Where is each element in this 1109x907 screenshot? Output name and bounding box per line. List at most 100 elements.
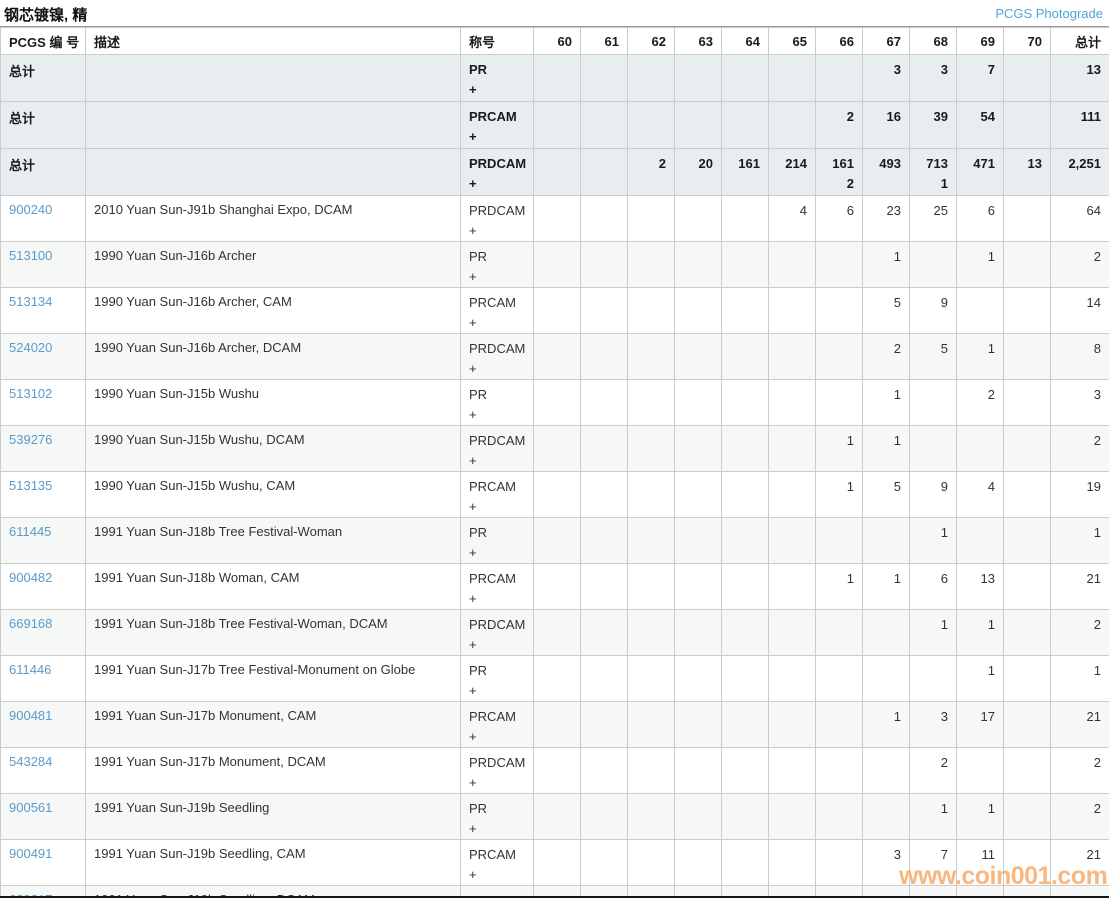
grade-60-cell: [534, 472, 581, 518]
grade-61-cell: [581, 518, 628, 564]
grade-70-cell: [1004, 426, 1051, 472]
table-row: 5432841991 Yuan Sun-J17b Monument, DCAMP…: [1, 748, 1109, 794]
grade-62-cell: [628, 334, 675, 380]
grade-67-cell: 1: [863, 702, 910, 748]
pcgs-id-link[interactable]: 539276: [9, 432, 52, 447]
pcgs-id-cell: 900240: [1, 196, 86, 242]
grade-64-cell: [722, 564, 769, 610]
table-row: 6691681991 Yuan Sun-J18b Tree Festival-W…: [1, 610, 1109, 656]
grade-61-cell: [581, 564, 628, 610]
grade-70-cell: [1004, 794, 1051, 840]
grade-66-cell: 6: [816, 196, 863, 242]
table-row: 6114461991 Yuan Sun-J17b Tree Festival-M…: [1, 656, 1109, 702]
totals-row: 总计PR+33713: [1, 55, 1109, 102]
grade-66-cell: [816, 518, 863, 564]
grade-63-cell: [675, 840, 722, 886]
designation-cell: PRDCAM+: [461, 196, 534, 242]
designation-cell: PR+: [461, 380, 534, 426]
pcgs-id-link[interactable]: 689317: [9, 892, 52, 898]
column-header: 63: [675, 28, 722, 55]
grade-70-cell: [1004, 564, 1051, 610]
grade-63-cell: [675, 610, 722, 656]
pcgs-id-link[interactable]: 900240: [9, 202, 52, 217]
grade-64-cell: [722, 794, 769, 840]
pcgs-id-link[interactable]: 900481: [9, 708, 52, 723]
grade-68-cell: [910, 656, 957, 702]
pcgs-id-link[interactable]: 513100: [9, 248, 52, 263]
grade-61-cell: [581, 426, 628, 472]
totals-row: 总计PRCAM+2163954111: [1, 102, 1109, 149]
total-cell: 1: [1051, 656, 1109, 702]
grade-69-cell: 17: [957, 702, 1004, 748]
pcgs-id-link[interactable]: 900491: [9, 846, 52, 861]
pcgs-id-link[interactable]: 513134: [9, 294, 52, 309]
grade-65-cell: [769, 610, 816, 656]
pcgs-id-link[interactable]: 524020: [9, 340, 52, 355]
column-header: 68: [910, 28, 957, 55]
designation-cell: PRDCAM+: [461, 149, 534, 196]
grade-61-cell: [581, 55, 628, 102]
grade-60-cell: [534, 518, 581, 564]
pcgs-id-link[interactable]: 900482: [9, 570, 52, 585]
grade-63-cell: [675, 334, 722, 380]
grade-66-cell: [816, 794, 863, 840]
pcgs-id-cell: 900561: [1, 794, 86, 840]
pcgs-id-link[interactable]: 611445: [9, 524, 51, 539]
population-table: PCGS 编 号描述称号6061626364656667686970总计 总计P…: [0, 27, 1109, 898]
grade-63-cell: [675, 102, 722, 149]
grade-62-cell: [628, 518, 675, 564]
grade-62-cell: [628, 748, 675, 794]
pcgs-id-link[interactable]: 611446: [9, 662, 51, 677]
grade-63-cell: [675, 518, 722, 564]
grade-60-cell: [534, 242, 581, 288]
pcgs-id-link[interactable]: 900561: [9, 800, 52, 815]
description-cell: 1990 Yuan Sun-J15b Wushu, DCAM: [86, 426, 461, 472]
population-table-container: PCGS 编 号描述称号6061626364656667686970总计 总计P…: [0, 26, 1109, 898]
column-header: 67: [863, 28, 910, 55]
grade-63-cell: [675, 564, 722, 610]
grade-65-cell: [769, 656, 816, 702]
pcgs-id-link[interactable]: 669168: [9, 616, 52, 631]
pcgs-photograde-link[interactable]: PCGS Photograde: [995, 4, 1103, 21]
pcgs-id-cell: 513135: [1, 472, 86, 518]
pcgs-id-link[interactable]: 543284: [9, 754, 52, 769]
table-row: 5131351990 Yuan Sun-J15b Wushu, CAMPRCAM…: [1, 472, 1109, 518]
grade-60-cell: [534, 794, 581, 840]
grade-65-cell: 214: [769, 149, 816, 196]
designation-cell: PRDCAM+: [461, 748, 534, 794]
grade-64-cell: [722, 196, 769, 242]
pcgs-id-link[interactable]: 513102: [9, 386, 52, 401]
total-cell: 21: [1051, 840, 1109, 886]
grade-66-cell: 1: [816, 472, 863, 518]
grade-64-cell: [722, 380, 769, 426]
grade-70-cell: [1004, 102, 1051, 149]
grade-61-cell: [581, 196, 628, 242]
grade-62-cell: [628, 886, 675, 899]
pcgs-id-cell: 513100: [1, 242, 86, 288]
grade-69-cell: 1: [957, 794, 1004, 840]
grade-70-cell: 13: [1004, 149, 1051, 196]
grade-60-cell: [534, 55, 581, 102]
grade-70-cell: [1004, 472, 1051, 518]
column-header: 61: [581, 28, 628, 55]
description-cell: 1990 Yuan Sun-J15b Wushu, CAM: [86, 472, 461, 518]
grade-60-cell: [534, 656, 581, 702]
pcgs-id-cell: 524020: [1, 334, 86, 380]
grade-63-cell: [675, 242, 722, 288]
grade-65-cell: [769, 748, 816, 794]
column-header: 60: [534, 28, 581, 55]
designation-cell: PR+: [461, 55, 534, 102]
grade-61-cell: [581, 748, 628, 794]
grade-67-cell: [863, 610, 910, 656]
grade-69-cell: 11: [957, 840, 1004, 886]
grade-66-cell: [816, 242, 863, 288]
description-cell: 1991 Yuan Sun-J17b Monument, CAM: [86, 702, 461, 748]
pcgs-id-cell: 总计: [1, 102, 86, 149]
grade-66-cell: [816, 380, 863, 426]
grade-69-cell: [957, 518, 1004, 564]
table-row: 6114451991 Yuan Sun-J18b Tree Festival-W…: [1, 518, 1109, 564]
pcgs-id-link[interactable]: 513135: [9, 478, 52, 493]
grade-64-cell: [722, 840, 769, 886]
designation-cell: PR+: [461, 794, 534, 840]
description-cell: [86, 149, 461, 196]
